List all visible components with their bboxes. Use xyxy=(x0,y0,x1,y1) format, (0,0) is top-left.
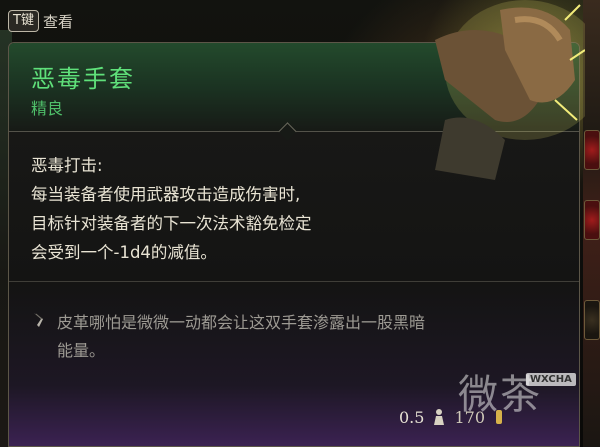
effect-line: 会受到一个-1d4的减值。 xyxy=(31,243,217,262)
glove-item-art xyxy=(435,0,585,180)
item-rarity: 精良 xyxy=(31,99,64,118)
item-effect: 恶毒打击: 每当装备者使用武器攻击造成伤害时, 目标针对装备者的下一次法术豁免检… xyxy=(31,151,431,267)
keybind-badge: T键 xyxy=(8,10,39,32)
weight-icon xyxy=(434,409,445,425)
effect-line: 每当装备者使用武器攻击造成伤害时, xyxy=(31,185,301,204)
effect-line: 目标针对装备者的下一次法术豁免检定 xyxy=(31,214,312,233)
lore-line: 能量。 xyxy=(57,341,106,360)
item-lore: 皮革哪怕是微微一动都会让这双手套渗露出一股黑暗 能量。 xyxy=(57,309,537,365)
inspect-key-hint[interactable]: T键 查看 xyxy=(8,8,73,34)
item-weight: 0.5 xyxy=(399,407,425,427)
inventory-slot[interactable] xyxy=(584,300,600,340)
keybind-label: 查看 xyxy=(42,12,73,31)
inventory-slot[interactable] xyxy=(584,200,600,240)
lore-divider xyxy=(9,281,579,282)
lore-line: 皮革哪怕是微微一动都会让这双手套渗露出一股黑暗 xyxy=(57,313,426,332)
watermark-badge: WXCHA xyxy=(526,373,576,386)
watermark-text: 微茶 xyxy=(458,372,542,418)
feather-quill-icon xyxy=(34,313,43,327)
inventory-slot[interactable] xyxy=(584,130,600,170)
effect-title: 恶毒打击: xyxy=(31,156,103,175)
item-name: 恶毒手套 xyxy=(31,65,135,93)
